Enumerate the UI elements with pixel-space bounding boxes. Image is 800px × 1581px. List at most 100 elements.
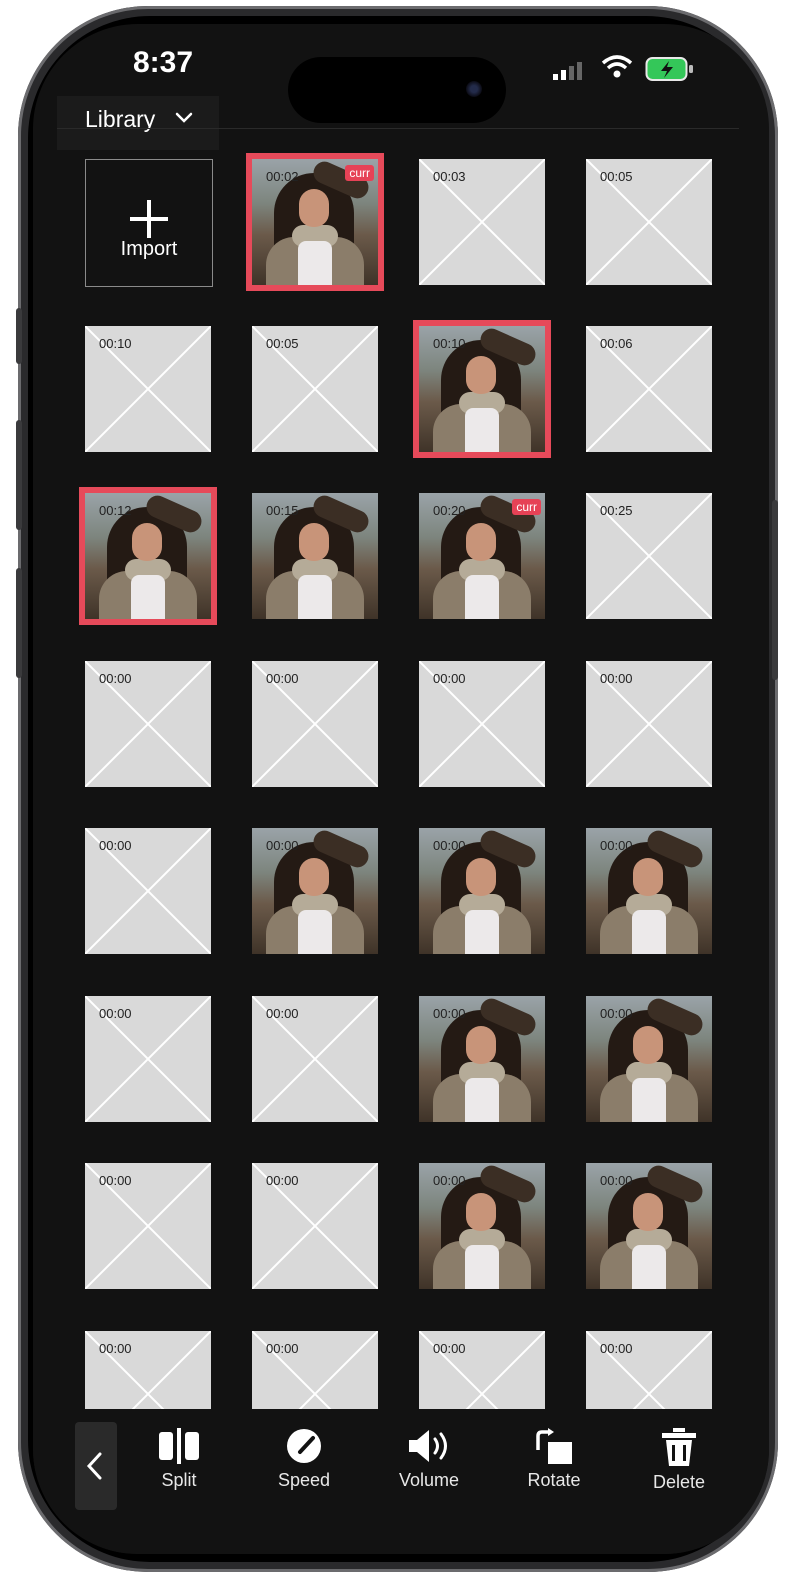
media-thumbnail[interactable]: 00:00	[586, 996, 712, 1122]
duration-label: 00:00	[433, 1341, 466, 1356]
media-placeholder[interactable]: 00:03	[419, 159, 545, 285]
thumbnail-shirt	[465, 575, 499, 619]
speed-button[interactable]: Speed	[259, 1428, 349, 1491]
duration-label: 00:00	[99, 1173, 132, 1188]
media-thumbnail[interactable]: 00:00	[419, 1163, 545, 1289]
media-placeholder[interactable]: 00:00	[419, 1331, 545, 1409]
thumbnail-shirt	[632, 910, 666, 954]
media-thumbnail[interactable]: 00:10	[413, 320, 551, 458]
split-icon	[159, 1428, 199, 1464]
media-thumbnail[interactable]: 00:12	[79, 487, 217, 625]
volume-icon	[409, 1430, 447, 1462]
app-screen: 8:37 Library Import 00:02 curr 00:03 00:…	[33, 24, 769, 1554]
media-placeholder[interactable]: 00:00	[85, 1163, 211, 1289]
chevron-left-icon	[86, 1452, 102, 1480]
duration-label: 00:05	[266, 336, 299, 351]
volume-down-button	[16, 568, 22, 678]
plus-icon	[130, 200, 168, 238]
thumbnail-face	[633, 1026, 663, 1064]
duration-label: 00:00	[266, 838, 299, 853]
media-thumbnail[interactable]: 00:00	[252, 828, 378, 954]
thumbnail-face	[466, 1193, 496, 1231]
speed-label: Speed	[277, 1470, 331, 1490]
thumbnail-face	[466, 1026, 496, 1064]
media-thumbnail[interactable]: 00:15	[252, 493, 378, 619]
thumbnail-shirt	[465, 408, 499, 452]
media-placeholder[interactable]: 00:00	[252, 1331, 378, 1409]
media-grid: Import 00:02 curr 00:03 00:05 00:10 00:05 00:1…	[33, 24, 769, 1409]
media-placeholder[interactable]: 00:00	[85, 996, 211, 1122]
split-button[interactable]: Split	[134, 1428, 224, 1491]
speed-icon	[287, 1429, 321, 1463]
thumbnail-face	[299, 858, 329, 896]
duration-label: 00:00	[99, 671, 132, 686]
media-placeholder[interactable]: 00:05	[586, 159, 712, 285]
import-button[interactable]: Import	[85, 159, 213, 287]
duration-label: 00:15	[266, 503, 299, 518]
media-placeholder[interactable]: 00:00	[419, 661, 545, 787]
media-placeholder[interactable]: 00:06	[586, 326, 712, 452]
thumbnail-shirt	[298, 575, 332, 619]
media-thumbnail[interactable]: 00:00	[586, 828, 712, 954]
duration-label: 00:00	[433, 1173, 466, 1188]
thumbnail-shirt	[465, 910, 499, 954]
thumbnail-face	[466, 858, 496, 896]
duration-label: 00:00	[600, 1173, 633, 1188]
duration-label: 00:00	[266, 1006, 299, 1021]
rotate-icon	[536, 1428, 572, 1464]
thumbnail-face	[466, 523, 496, 561]
rotate-label: Rotate	[527, 1470, 581, 1490]
duration-label: 00:25	[600, 503, 633, 518]
duration-label: 00:00	[433, 838, 466, 853]
duration-label: 00:00	[266, 1173, 299, 1188]
media-placeholder[interactable]: 00:00	[586, 1331, 712, 1409]
media-thumbnail[interactable]: 00:00	[586, 1163, 712, 1289]
media-placeholder[interactable]: 00:00	[85, 828, 211, 954]
duration-label: 00:03	[433, 169, 466, 184]
current-badge: curr	[345, 165, 374, 181]
volume-up-button	[16, 420, 22, 530]
media-placeholder[interactable]: 00:00	[85, 661, 211, 787]
duration-label: 00:00	[600, 838, 633, 853]
thumbnail-shirt	[465, 1078, 499, 1122]
thumbnail-shirt	[298, 241, 332, 285]
media-thumbnail[interactable]: 00:00	[419, 996, 545, 1122]
bottom-toolbar: Split Speed Volume Rotate Delete	[33, 1414, 769, 1554]
power-button	[772, 500, 778, 680]
media-placeholder[interactable]: 00:00	[252, 1163, 378, 1289]
thumbnail-face	[633, 1193, 663, 1231]
media-placeholder[interactable]: 00:00	[586, 661, 712, 787]
thumbnail-shirt	[632, 1078, 666, 1122]
thumbnail-face	[299, 189, 329, 227]
duration-label: 00:00	[600, 671, 633, 686]
duration-label: 00:12	[99, 503, 132, 518]
duration-label: 00:20	[433, 503, 466, 518]
thumbnail-face	[132, 523, 162, 561]
duration-label: 00:10	[99, 336, 132, 351]
media-placeholder[interactable]: 00:00	[85, 1331, 211, 1409]
volume-label: Volume	[398, 1470, 460, 1490]
import-label: Import	[120, 238, 178, 260]
duration-label: 00:10	[433, 336, 466, 351]
duration-label: 00:00	[433, 1006, 466, 1021]
duration-label: 00:05	[600, 169, 633, 184]
volume-button[interactable]: Volume	[384, 1428, 474, 1491]
rotate-button[interactable]: Rotate	[509, 1428, 599, 1491]
media-thumbnail[interactable]: 00:20 curr	[419, 493, 545, 619]
media-placeholder[interactable]: 00:25	[586, 493, 712, 619]
delete-button[interactable]: Delete	[634, 1428, 724, 1493]
thumbnail-shirt	[632, 1245, 666, 1289]
duration-label: 00:00	[266, 671, 299, 686]
media-placeholder[interactable]: 00:05	[252, 326, 378, 452]
duration-label: 00:02	[266, 169, 299, 184]
media-placeholder[interactable]: 00:10	[85, 326, 211, 452]
media-placeholder[interactable]: 00:00	[252, 661, 378, 787]
media-placeholder[interactable]: 00:00	[252, 996, 378, 1122]
duration-label: 00:06	[600, 336, 633, 351]
media-thumbnail[interactable]: 00:02 curr	[246, 153, 384, 291]
thumbnail-face	[466, 356, 496, 394]
back-button[interactable]	[75, 1422, 117, 1510]
duration-label: 00:00	[99, 1341, 132, 1356]
duration-label: 00:00	[600, 1006, 633, 1021]
media-thumbnail[interactable]: 00:00	[419, 828, 545, 954]
